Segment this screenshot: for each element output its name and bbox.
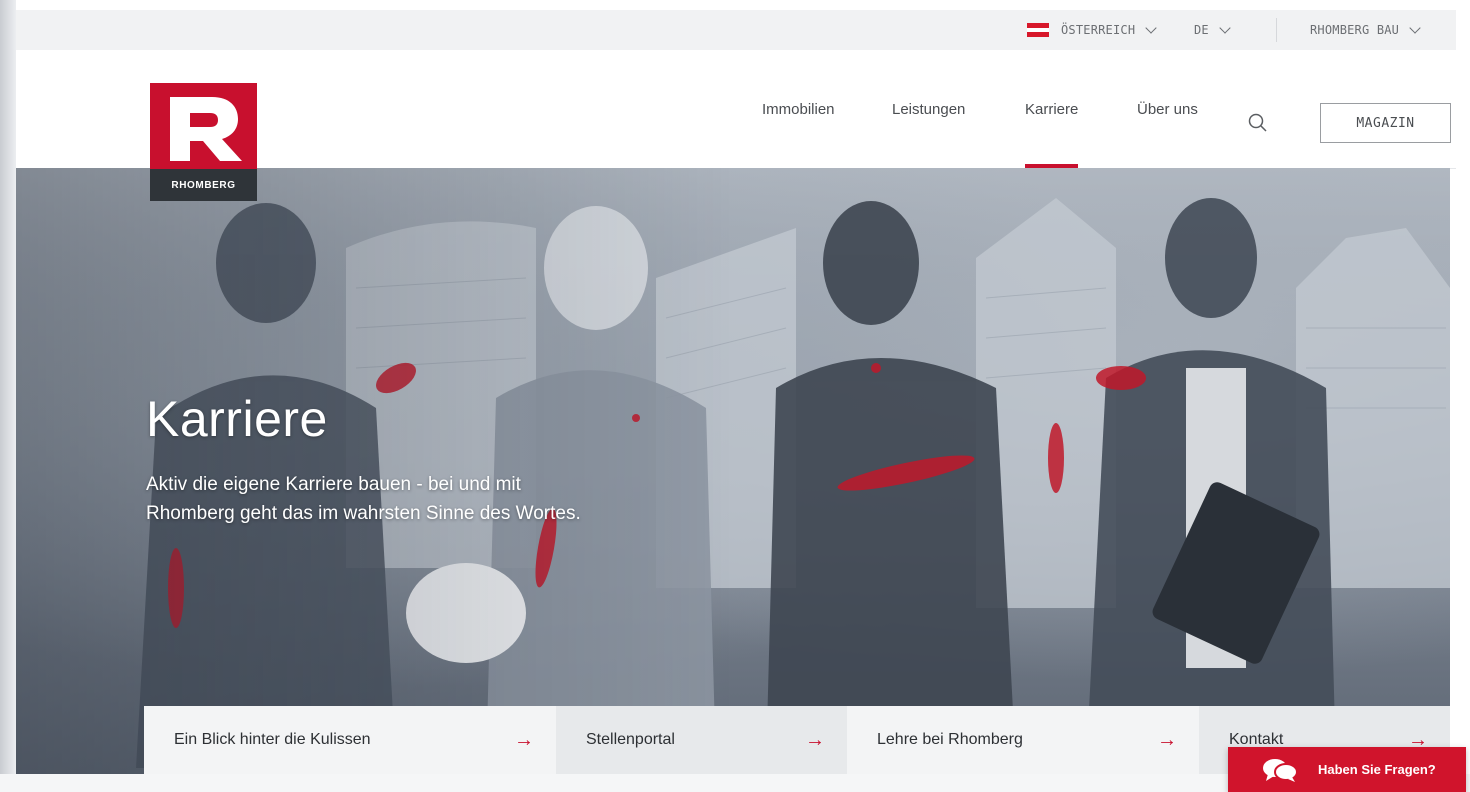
chat-button[interactable]: Haben Sie Fragen? xyxy=(1228,747,1466,792)
nav-item-ueber-uns[interactable]: Über uns xyxy=(1137,50,1198,168)
hero-subtitle: Aktiv die eigene Karriere bauen - bei un… xyxy=(146,470,706,528)
company-selector[interactable]: RHOMBERG BAU xyxy=(1310,10,1421,50)
arrow-right-icon: → xyxy=(514,728,534,751)
arrow-right-icon: → xyxy=(1157,728,1177,751)
arrow-right-icon: → xyxy=(805,728,825,751)
language-selector[interactable]: DE xyxy=(1194,10,1231,50)
utility-divider xyxy=(1276,18,1277,42)
magazin-button[interactable]: MAGAZIN xyxy=(1320,103,1451,143)
quick-link-label: Ein Blick hinter die Kulissen xyxy=(174,731,371,748)
austria-flag-icon xyxy=(1027,23,1049,38)
logo-r-icon xyxy=(170,97,242,161)
quick-link-stellenportal[interactable]: Stellenportal → xyxy=(556,706,847,774)
page: ÖSTERREICH DE RHOMBERG BAU Immobilien Le… xyxy=(0,0,1470,792)
hero-title: Karriere xyxy=(146,391,328,447)
chevron-down-icon xyxy=(1219,21,1231,34)
logo-mark xyxy=(150,83,257,169)
quick-link-label: Lehre bei Rhomberg xyxy=(877,731,1023,748)
nav-item-label: Leistungen xyxy=(892,100,966,118)
nav-item-immobilien[interactable]: Immobilien xyxy=(762,50,835,168)
quick-link-label: Stellenportal xyxy=(586,731,675,748)
search-icon[interactable] xyxy=(1247,112,1269,134)
logo-wordmark: RHOMBERG xyxy=(150,169,257,201)
nav-item-karriere[interactable]: Karriere xyxy=(1025,50,1079,168)
language-label: DE xyxy=(1194,23,1209,37)
company-label: RHOMBERG BAU xyxy=(1310,23,1400,37)
window-edge xyxy=(0,0,16,792)
rhomberg-logo[interactable]: RHOMBERG xyxy=(150,83,257,201)
utility-bar: ÖSTERREICH DE RHOMBERG BAU xyxy=(16,10,1456,50)
chat-label: Haben Sie Fragen? xyxy=(1318,762,1436,777)
chevron-down-icon xyxy=(1409,21,1421,34)
hero-subtitle-line-1: Aktiv die eigene Karriere bauen - bei un… xyxy=(146,474,521,495)
quick-link-lehre[interactable]: Lehre bei Rhomberg → xyxy=(847,706,1199,774)
country-selector[interactable]: ÖSTERREICH xyxy=(1027,10,1157,50)
country-label: ÖSTERREICH xyxy=(1061,23,1136,37)
quick-link-ein-blick[interactable]: Ein Blick hinter die Kulissen → xyxy=(144,706,556,774)
nav-item-label: Über uns xyxy=(1137,100,1198,118)
nav-item-label: Karriere xyxy=(1025,100,1079,118)
chevron-down-icon xyxy=(1145,21,1157,34)
hero-banner: Karriere Aktiv die eigene Karriere bauen… xyxy=(16,168,1450,774)
chat-bubbles-icon xyxy=(1263,758,1298,782)
nav-item-leistungen[interactable]: Leistungen xyxy=(892,50,965,168)
nav-item-label: Immobilien xyxy=(762,100,835,118)
hero-subtitle-line-2: Rhomberg geht das im wahrsten Sinne des … xyxy=(146,503,581,524)
